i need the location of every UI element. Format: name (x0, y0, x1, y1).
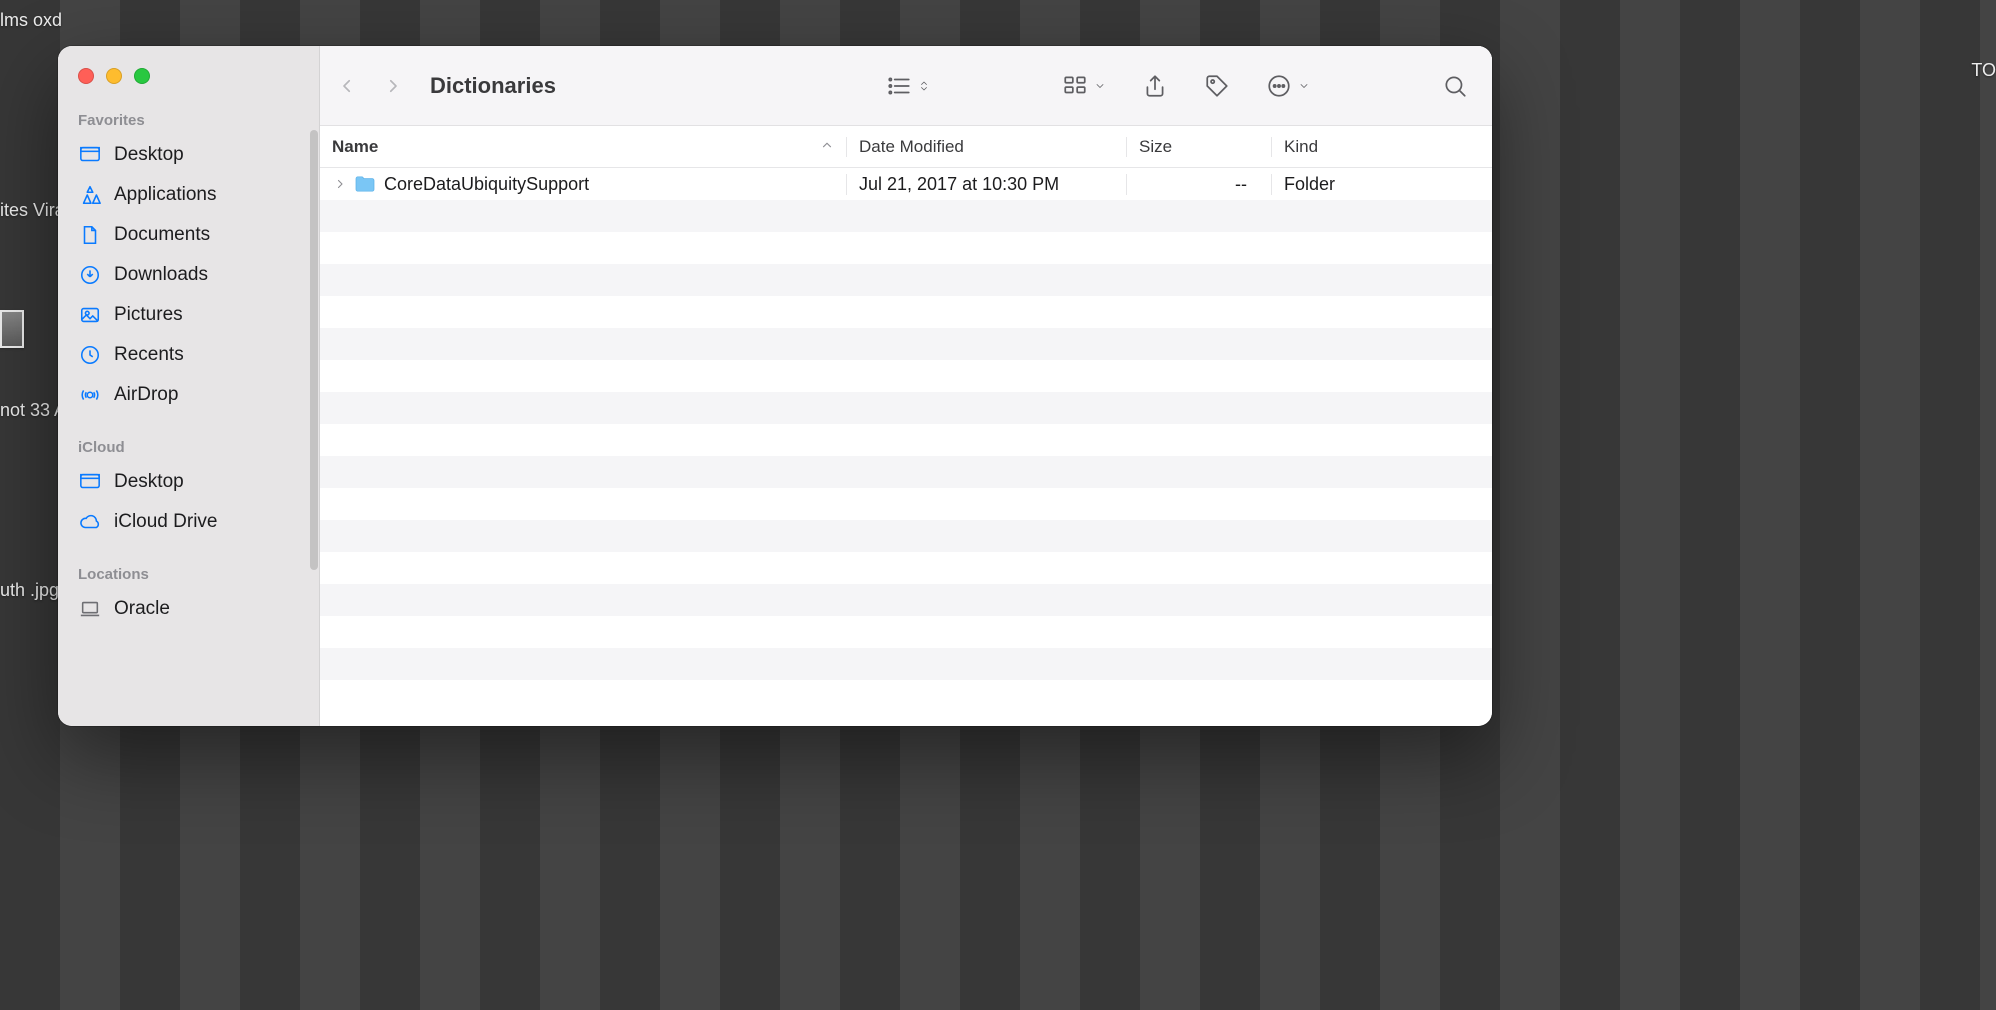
file-row-empty: . (320, 552, 1492, 584)
sidebar-scrollbar[interactable] (310, 130, 318, 570)
sidebar-section-favorites: Favorites (58, 108, 319, 135)
recents-icon (78, 343, 102, 367)
sidebar-item-label: Pictures (114, 304, 183, 326)
sidebar-item-applications[interactable]: Applications (58, 175, 319, 215)
column-header-size[interactable]: Size (1126, 137, 1271, 157)
column-header-kind[interactable]: Kind (1271, 137, 1492, 157)
desktop-icon (78, 143, 102, 167)
more-actions-button[interactable] (1266, 73, 1310, 99)
pictures-icon (78, 303, 102, 327)
sidebar-section-icloud: iCloud (58, 435, 319, 462)
file-row-empty: . (320, 232, 1492, 264)
sidebar-item-label: Desktop (114, 144, 184, 166)
zoom-window-button[interactable] (134, 68, 150, 84)
back-button[interactable] (338, 77, 356, 95)
sidebar-item-desktop[interactable]: Desktop (58, 135, 319, 175)
sidebar-item-recents[interactable]: Recents (58, 335, 319, 375)
file-row[interactable]: CoreDataUbiquitySupport Jul 21, 2017 at … (320, 168, 1492, 200)
file-row-empty: . (320, 456, 1492, 488)
up-down-caret-icon (918, 80, 930, 92)
file-row-empty: . (320, 488, 1492, 520)
column-headers: Name Date Modified Size Kind (320, 126, 1492, 168)
window-controls (78, 68, 319, 84)
sidebar-item-location-oracle[interactable]: Oracle (58, 589, 319, 629)
sidebar-item-icloud-desktop[interactable]: Desktop (58, 462, 319, 502)
sort-ascending-icon (820, 137, 834, 157)
file-row-empty: . (320, 424, 1492, 456)
toolbar: Dictionaries (320, 46, 1492, 126)
window-title: Dictionaries (430, 73, 556, 99)
sidebar-item-pictures[interactable]: Pictures (58, 295, 319, 335)
sidebar-item-label: Downloads (114, 264, 208, 286)
sidebar-item-icloud-drive[interactable]: iCloud Drive (58, 502, 319, 542)
group-by-button[interactable] (1062, 73, 1106, 99)
desktop-icon (78, 470, 102, 494)
cloud-icon (78, 510, 102, 534)
minimize-window-button[interactable] (106, 68, 122, 84)
disclosure-triangle-icon[interactable] (334, 178, 346, 190)
sidebar-item-documents[interactable]: Documents (58, 215, 319, 255)
file-row-empty: . (320, 584, 1492, 616)
sidebar-item-label: Applications (114, 184, 216, 206)
column-header-label: Date Modified (859, 137, 964, 157)
file-row-empty: . (320, 328, 1492, 360)
file-row-empty: . (320, 360, 1492, 392)
sidebar-section-locations: Locations (58, 562, 319, 589)
file-list: CoreDataUbiquitySupport Jul 21, 2017 at … (320, 168, 1492, 726)
downloads-icon (78, 263, 102, 287)
search-button[interactable] (1442, 73, 1468, 99)
sidebar-item-label: iCloud Drive (114, 511, 217, 533)
sidebar-item-downloads[interactable]: Downloads (58, 255, 319, 295)
forward-button[interactable] (384, 77, 402, 95)
documents-icon (78, 223, 102, 247)
file-kind: Folder (1271, 174, 1492, 195)
desktop-icon-thumb (0, 310, 24, 348)
column-header-label: Name (332, 137, 378, 157)
folder-icon (354, 175, 376, 193)
file-date: Jul 21, 2017 at 10:30 PM (846, 174, 1126, 195)
chevron-down-icon (1094, 80, 1106, 92)
file-row-empty: . (320, 264, 1492, 296)
sidebar-item-label: Desktop (114, 471, 184, 493)
sidebar-item-label: AirDrop (114, 384, 178, 406)
file-name: CoreDataUbiquitySupport (384, 174, 589, 195)
sidebar-item-airdrop[interactable]: AirDrop (58, 375, 319, 415)
airdrop-icon (78, 383, 102, 407)
file-row-empty: . (320, 648, 1492, 680)
file-row-empty: . (320, 296, 1492, 328)
file-row-empty: . (320, 200, 1492, 232)
finder-window: Favorites Desktop Applications Documents (58, 46, 1492, 726)
file-size: -- (1126, 174, 1271, 195)
share-button[interactable] (1142, 73, 1168, 99)
sidebar-item-label: Recents (114, 344, 184, 366)
column-header-label: Kind (1284, 137, 1318, 157)
view-mode-list-button[interactable] (886, 73, 930, 99)
close-window-button[interactable] (78, 68, 94, 84)
column-header-label: Size (1139, 137, 1172, 157)
desktop-icon-label: TO (1971, 60, 1996, 82)
laptop-icon (78, 597, 102, 621)
sidebar-item-label: Documents (114, 224, 210, 246)
column-header-name[interactable]: Name (320, 137, 846, 157)
file-row-empty: . (320, 520, 1492, 552)
tags-button[interactable] (1204, 73, 1230, 99)
desktop-icon-label: lms oxd (0, 10, 62, 32)
chevron-down-icon (1298, 80, 1310, 92)
file-row-empty: . (320, 392, 1492, 424)
sidebar: Favorites Desktop Applications Documents (58, 46, 320, 726)
file-row-empty: . (320, 616, 1492, 648)
desktop-icon-label: uth .jpg (0, 580, 59, 602)
sidebar-item-label: Oracle (114, 598, 170, 620)
column-header-date[interactable]: Date Modified (846, 137, 1126, 157)
applications-icon (78, 183, 102, 207)
